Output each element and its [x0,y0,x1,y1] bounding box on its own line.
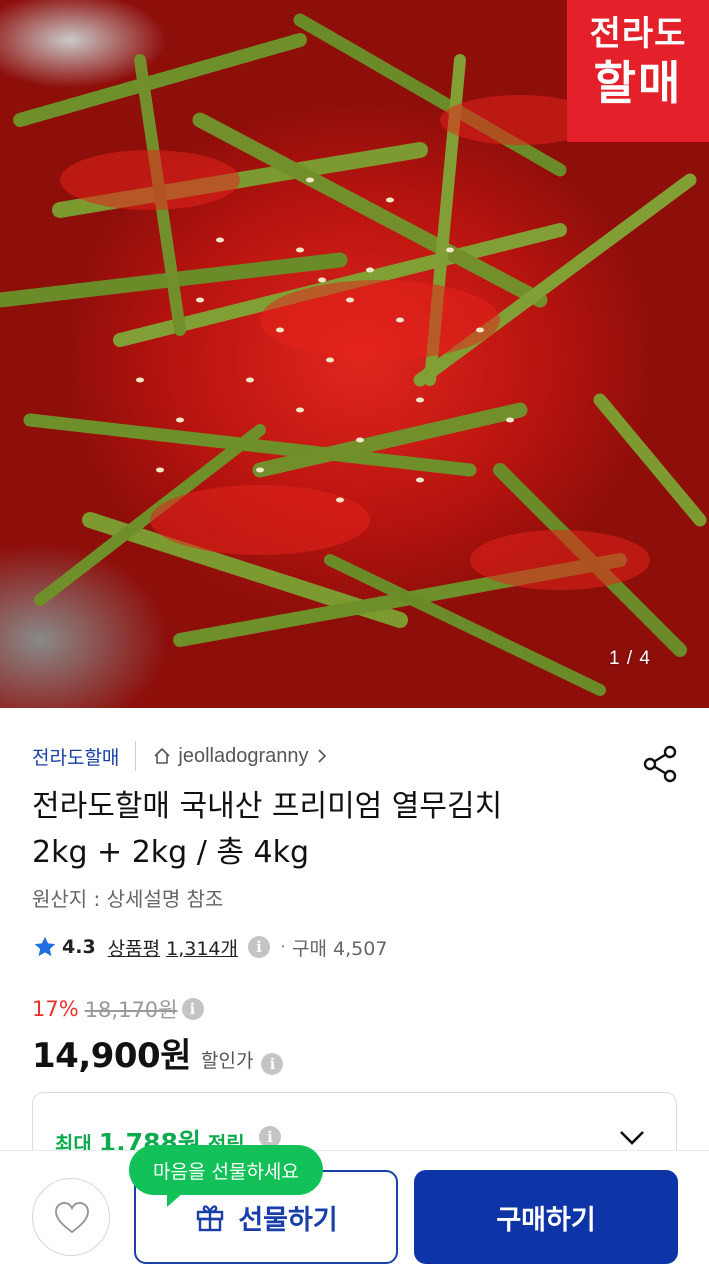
sale-price: 14,900원 [32,1036,191,1076]
sale-price-label: 할인가 [200,1050,254,1072]
gift-tooltip-text: 마음을 선물하세요 [153,1160,299,1183]
gift-tooltip: 마음을 선물하세요 [129,1145,323,1207]
image-counter: 1 / 4 [609,648,651,669]
bottom-action-bar: 선물하기 구매하기 [0,1150,709,1280]
chevron-right-icon [317,749,326,763]
discount-percent: 17% [32,997,79,1021]
discount-row: 17% 18,170원 i [32,994,204,1024]
brand-logo-stamp: 전라도 할매 [567,0,709,142]
wishlist-button[interactable] [32,1178,110,1256]
chevron-down-icon[interactable] [618,1129,646,1147]
home-icon [154,748,170,764]
product-title: 전라도할매 국내산 프리미엄 열무김치 2kg + 2kg / 총 4kg [32,784,662,876]
gift-icon [197,1205,224,1232]
product-title-line2: 2kg + 2kg / 총 4kg [32,835,310,870]
original-price: 18,170원 [84,998,178,1022]
star-icon [34,936,56,957]
product-image[interactable]: 전라도 할매 1 / 4 [0,0,709,708]
info-icon[interactable]: i [261,1053,284,1075]
review-count: 1,314개 [166,937,238,960]
rating-score: 4.3 [62,936,96,958]
heart-icon [54,1201,90,1234]
separator-dot: · [280,936,287,958]
brand-stamp-line1: 전라도 [589,14,687,54]
divider [135,741,137,771]
info-icon[interactable]: i [181,998,204,1020]
info-icon[interactable]: i [248,936,270,958]
buy-button[interactable]: 구매하기 [414,1170,678,1264]
product-title-line1: 전라도할매 국내산 프리미엄 열무김치 [32,789,503,824]
brand-stamp-line2: 할매 [593,56,683,110]
review-label: 상품평 [107,937,161,960]
origin-info: 원산지 : 상세설명 참조 [32,887,224,911]
store-link[interactable]: jeolladogranny [178,745,308,768]
price-row: 14,900원 할인가 i [32,1028,284,1077]
buy-button-label: 구매하기 [496,1204,596,1236]
rating-row: 4.3 상품평 1,314개 i · 구매 4,507 [32,932,387,962]
seller-row: 전라도할매 jeolladogranny [32,741,327,771]
seller-name-link[interactable]: 전라도할매 [32,743,119,770]
share-icon[interactable] [640,743,680,783]
purchase-count: 구매 4,507 [292,937,388,960]
review-link[interactable]: 상품평 1,314개 [108,934,244,961]
gift-button-label: 선물하기 [238,1204,338,1236]
